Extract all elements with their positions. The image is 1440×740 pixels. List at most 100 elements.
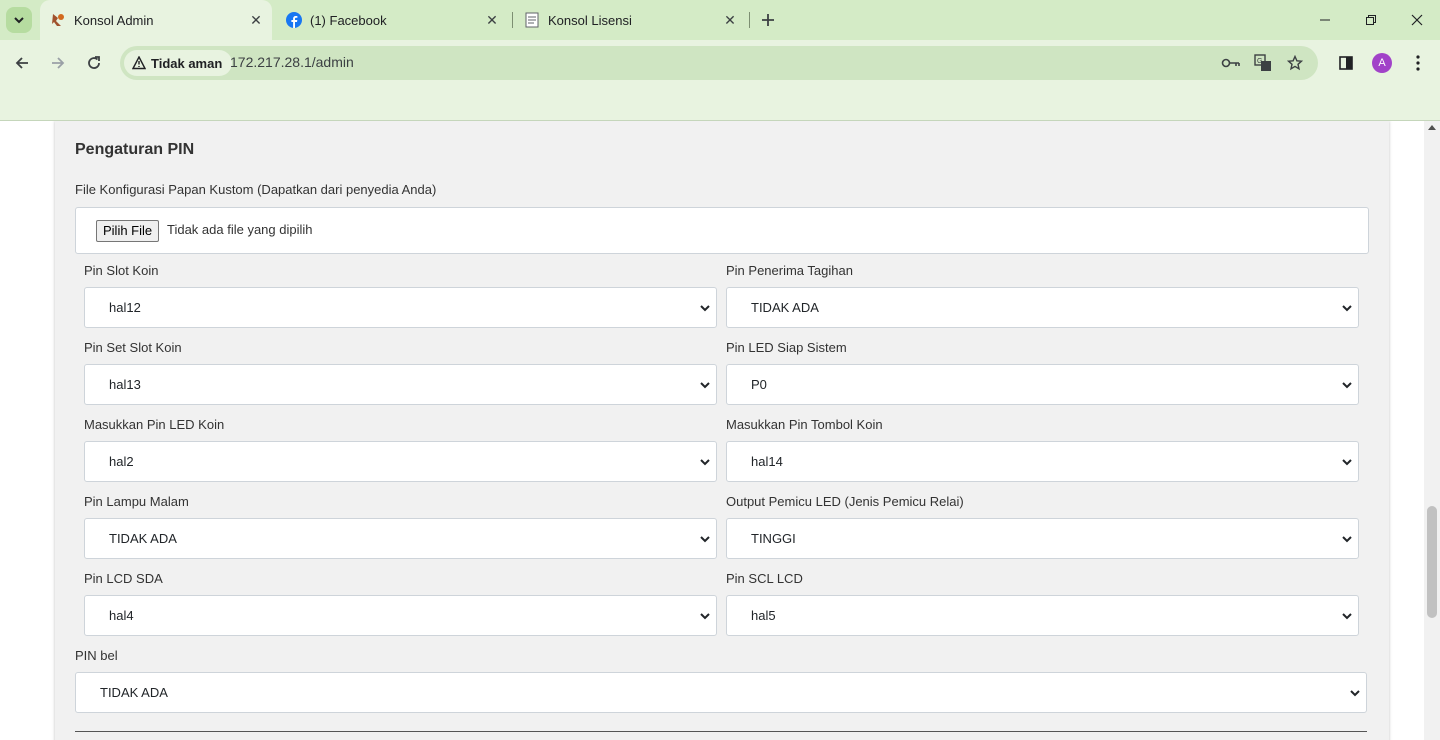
new-tab-button[interactable] — [756, 8, 780, 32]
translate-button[interactable]: G — [1252, 52, 1274, 74]
pin-settings-panel: Pengaturan PIN File Konfigurasi Papan Ku… — [55, 121, 1389, 740]
page-scrollbar[interactable] — [1424, 121, 1440, 740]
tab-title: Konsol Admin — [74, 12, 154, 28]
select-value: hal4 — [109, 608, 134, 623]
select-value: P0 — [751, 377, 767, 392]
facebook-icon — [286, 12, 302, 28]
bell-pin-select[interactable]: TIDAK ADA — [75, 672, 1367, 713]
reload-icon — [88, 56, 100, 69]
chevron-down-icon — [700, 459, 710, 466]
password-key-button[interactable] — [1220, 52, 1242, 74]
close-tab-icon[interactable]: ✕ — [246, 10, 266, 30]
led-trigger-output-select[interactable]: TINGGI — [726, 518, 1359, 559]
file-status-text: Tidak ada file yang dipilih — [167, 222, 313, 237]
url-text[interactable]: 172.217.28.1/admin — [230, 54, 354, 70]
lcd-sda-pin-select[interactable]: hal4 — [84, 595, 717, 636]
coin-button-pin-label: Masukkan Pin Tombol Koin — [726, 417, 883, 432]
lcd-scl-pin-select[interactable]: hal5 — [726, 595, 1359, 636]
file-config-input[interactable]: Pilih File Tidak ada file yang dipilih — [75, 207, 1369, 254]
select-value: hal2 — [109, 454, 134, 469]
scroll-up-arrow-icon[interactable] — [1428, 125, 1436, 130]
coin-slot-pin-label: Pin Slot Koin — [84, 263, 159, 278]
chevron-down-icon — [1342, 536, 1352, 543]
section-title: Pengaturan PIN — [75, 141, 195, 158]
arrow-left-icon — [15, 57, 28, 69]
close-tab-icon[interactable]: ✕ — [482, 10, 502, 30]
close-tab-icon[interactable]: ✕ — [720, 10, 740, 30]
bookmarks-bar — [0, 86, 1440, 121]
security-label: Tidak aman — [151, 55, 223, 71]
minimize-button[interactable] — [1302, 0, 1348, 40]
led-trigger-output-label: Output Pemicu LED (Jenis Pemicu Relai) — [726, 494, 964, 509]
profile-avatar[interactable]: A — [1372, 53, 1392, 73]
forward-button[interactable] — [44, 49, 72, 77]
security-chip[interactable]: Tidak aman — [124, 50, 233, 76]
star-icon — [1287, 55, 1303, 71]
lcd-sda-pin-label: Pin LCD SDA — [84, 571, 163, 586]
warning-icon — [132, 56, 146, 70]
bill-acceptor-pin-select[interactable]: TIDAK ADA — [726, 287, 1359, 328]
tab-separator — [512, 12, 513, 28]
address-bar[interactable]: Tidak aman 172.217.28.1/admin G — [120, 46, 1318, 80]
select-value: hal12 — [109, 300, 141, 315]
reload-button[interactable] — [80, 49, 108, 77]
kebab-menu-icon — [1416, 55, 1420, 71]
key-icon — [1221, 58, 1240, 68]
coin-slot-pin-select[interactable]: hal12 — [84, 287, 717, 328]
coin-button-pin-select[interactable]: hal14 — [726, 441, 1359, 482]
scroll-thumb[interactable] — [1427, 506, 1437, 618]
arrow-right-icon — [52, 57, 65, 69]
minimize-icon — [1320, 19, 1330, 21]
close-icon — [1411, 14, 1423, 26]
lcd-scl-pin-label: Pin SCL LCD — [726, 571, 803, 586]
bell-pin-label: PIN bel — [75, 648, 118, 663]
night-light-pin-select[interactable]: TIDAK ADA — [84, 518, 717, 559]
coin-led-pin-label: Masukkan Pin LED Koin — [84, 417, 225, 432]
svg-text:G: G — [1257, 58, 1262, 65]
restore-button[interactable] — [1348, 0, 1394, 40]
side-panel-button[interactable] — [1332, 49, 1360, 77]
chevron-down-icon — [700, 536, 710, 543]
chevron-down-icon — [700, 382, 710, 389]
back-button[interactable] — [8, 49, 36, 77]
tab-strip: Konsol Admin ✕ (1) Facebook ✕ Konsol Lis… — [0, 0, 1440, 40]
chevron-down-icon — [1342, 459, 1352, 466]
select-value: TIDAK ADA — [109, 531, 177, 546]
chevron-down-icon — [1342, 382, 1352, 389]
tab-facebook[interactable]: (1) Facebook ✕ — [276, 0, 508, 40]
system-ready-led-pin-label: Pin LED Siap Sistem — [726, 340, 847, 355]
section-divider — [75, 731, 1367, 732]
konsol-admin-favicon — [52, 14, 64, 26]
side-panel-icon — [1339, 56, 1353, 70]
tab-konsol-admin[interactable]: Konsol Admin ✕ — [40, 0, 272, 40]
page-content: Pengaturan PIN File Konfigurasi Papan Ku… — [0, 121, 1424, 740]
tab-title: (1) Facebook — [310, 12, 387, 28]
select-value: hal14 — [751, 454, 783, 469]
select-value: hal5 — [751, 608, 776, 623]
restore-icon — [1366, 15, 1376, 25]
select-value: TIDAK ADA — [100, 685, 168, 700]
system-ready-led-pin-select[interactable]: P0 — [726, 364, 1359, 405]
tab-search-button[interactable] — [6, 7, 32, 33]
coin-led-pin-select[interactable]: hal2 — [84, 441, 717, 482]
document-favicon — [525, 12, 539, 28]
chevron-down-icon — [1342, 613, 1352, 620]
tab-konsol-lisensi[interactable]: Konsol Lisensi ✕ — [514, 0, 746, 40]
plus-icon — [762, 14, 774, 26]
browser-menu-button[interactable] — [1404, 49, 1432, 77]
select-value: TINGGI — [751, 531, 796, 546]
bookmark-star-button[interactable] — [1284, 52, 1306, 74]
chevron-down-icon — [1350, 690, 1360, 697]
chevron-down-icon — [14, 17, 24, 24]
chevron-down-icon — [700, 305, 710, 312]
choose-file-button[interactable]: Pilih File — [96, 220, 160, 242]
translate-icon: G — [1254, 54, 1271, 71]
close-window-button[interactable] — [1394, 0, 1440, 40]
bill-acceptor-pin-label: Pin Penerima Tagihan — [726, 263, 853, 278]
select-value: hal13 — [109, 377, 141, 392]
chevron-down-icon — [1342, 305, 1352, 312]
tab-title: Konsol Lisensi — [548, 12, 632, 28]
coin-slot-set-pin-select[interactable]: hal13 — [84, 364, 717, 405]
tab-separator — [749, 12, 750, 28]
chevron-down-icon — [700, 613, 710, 620]
